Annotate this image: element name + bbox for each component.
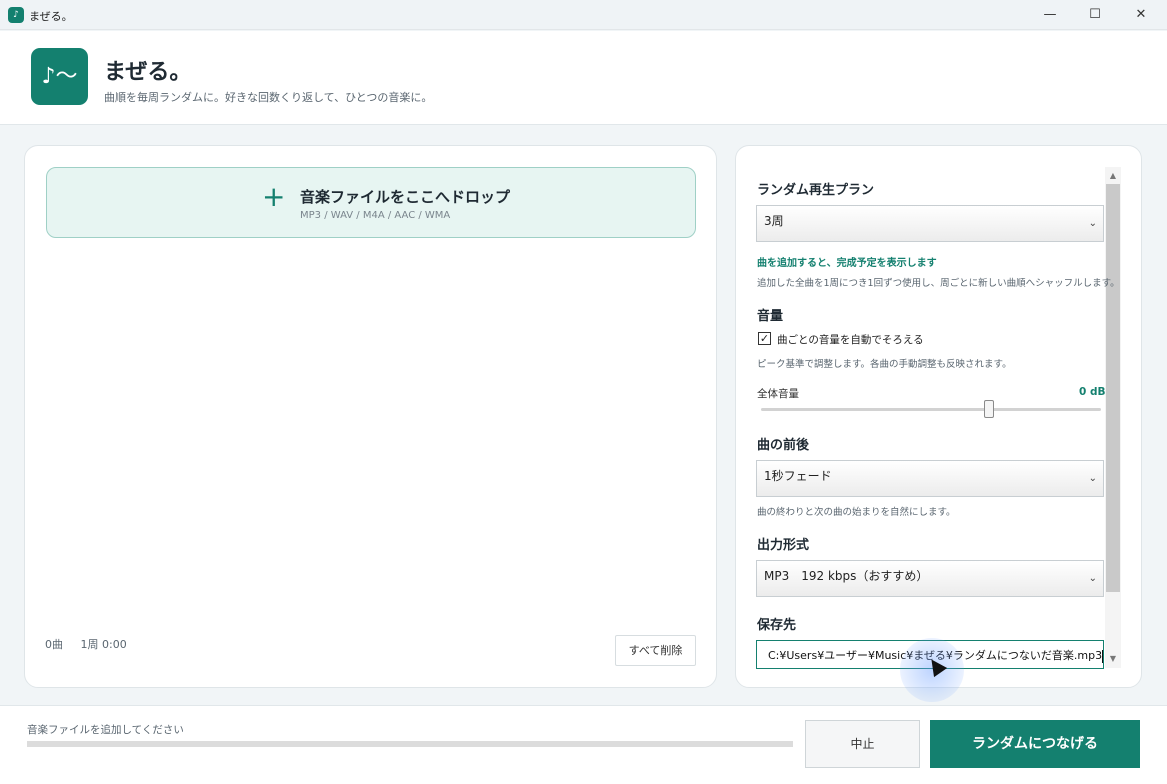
title-bar: ♪ まぜる。 — ☐ ✕ (0, 0, 1167, 30)
window-title: まぜる。 (29, 10, 73, 23)
text-caret (1102, 649, 1103, 663)
plan-section-title: ランダム再生プラン (757, 183, 875, 198)
app-title: まぜる。 (104, 60, 192, 85)
plan-select[interactable]: 3周 ⌄ (756, 205, 1104, 242)
chevron-down-icon: ⌄ (1088, 473, 1097, 484)
master-volume-value: 0 dB (1079, 386, 1106, 398)
plan-completion-note: 曲を追加すると、完成予定を表示します (757, 258, 937, 269)
auto-volume-checkbox[interactable]: ✓ (758, 332, 771, 345)
scroll-up-icon[interactable]: ▲ (1105, 168, 1121, 184)
scroll-down-icon[interactable]: ▼ (1105, 651, 1121, 667)
master-volume-slider[interactable] (761, 408, 1101, 411)
format-selected: MP3 192 kbps（おすすめ） (764, 569, 929, 583)
minimize-button[interactable]: — (1027, 0, 1073, 30)
save-section-title: 保存先 (757, 618, 797, 633)
close-button[interactable]: ✕ (1118, 0, 1164, 30)
file-dropzone[interactable]: + 音楽ファイルをここへドロップ MP3 / WAV / M4A / AAC /… (46, 167, 696, 238)
transition-description: 曲の終わりと次の曲の始まりを自然にします。 (757, 507, 956, 518)
music-note-icon: ♪～ (31, 48, 88, 105)
app-header: ♪～ まぜる。 曲順を毎周ランダムに。好きな回数くり返して、ひとつの音楽に。 (0, 31, 1167, 125)
track-count: 0曲 (45, 638, 63, 651)
stop-button[interactable]: 中止 (805, 720, 920, 768)
plus-icon: + (262, 180, 286, 213)
track-list-panel: + 音楽ファイルをここへドロップ MP3 / WAV / M4A / AAC /… (24, 145, 717, 688)
scrollbar-thumb[interactable] (1106, 184, 1120, 592)
master-volume-label: 全体音量 (757, 388, 799, 400)
maximize-button[interactable]: ☐ (1072, 0, 1118, 30)
progress-bar (27, 741, 793, 747)
chevron-down-icon: ⌄ (1088, 573, 1097, 584)
app-icon: ♪ (8, 7, 24, 23)
status-text: 音楽ファイルを追加してください (27, 724, 184, 736)
clear-all-button[interactable]: すべて削除 (615, 635, 696, 666)
app-subtitle: 曲順を毎周ランダムに。好きな回数くり返して、ひとつの音楽に。 (104, 91, 433, 104)
format-select[interactable]: MP3 192 kbps（おすすめ） ⌄ (756, 560, 1104, 597)
settings-panel: ▲ ▼ ランダム再生プラン 3周 ⌄ 曲を追加すると、完成予定を表示します 追加… (735, 145, 1142, 688)
dropzone-formats: MP3 / WAV / M4A / AAC / WMA (300, 210, 451, 221)
loop-duration: 1周 0:00 (80, 638, 127, 651)
volume-description: ピーク基準で調整します。各曲の手動調整も反映されます。 (757, 359, 1012, 370)
master-volume-slider-thumb[interactable] (983, 400, 994, 418)
transition-selected: 1秒フェード (764, 469, 832, 483)
transition-select[interactable]: 1秒フェード ⌄ (756, 460, 1104, 497)
volume-section-title: 音量 (757, 309, 784, 324)
plan-description: 追加した全曲を1周につき1回ずつ使用し、周ごとに新しい曲順へシャッフルします。 (757, 278, 1120, 289)
track-summary: 0曲 1周 0:00 (45, 636, 141, 652)
transition-section-title: 曲の前後 (757, 438, 810, 453)
format-section-title: 出力形式 (757, 538, 810, 553)
chevron-down-icon: ⌄ (1088, 218, 1097, 229)
dropzone-title: 音楽ファイルをここへドロップ (300, 188, 511, 206)
bottom-bar: 音楽ファイルを追加してください 中止 ランダムにつなげる (0, 705, 1167, 784)
merge-random-button[interactable]: ランダムにつなげる (930, 720, 1140, 768)
auto-volume-label[interactable]: 曲ごとの音量を自動でそろえる (777, 332, 924, 347)
plan-selected: 3周 (764, 214, 784, 228)
